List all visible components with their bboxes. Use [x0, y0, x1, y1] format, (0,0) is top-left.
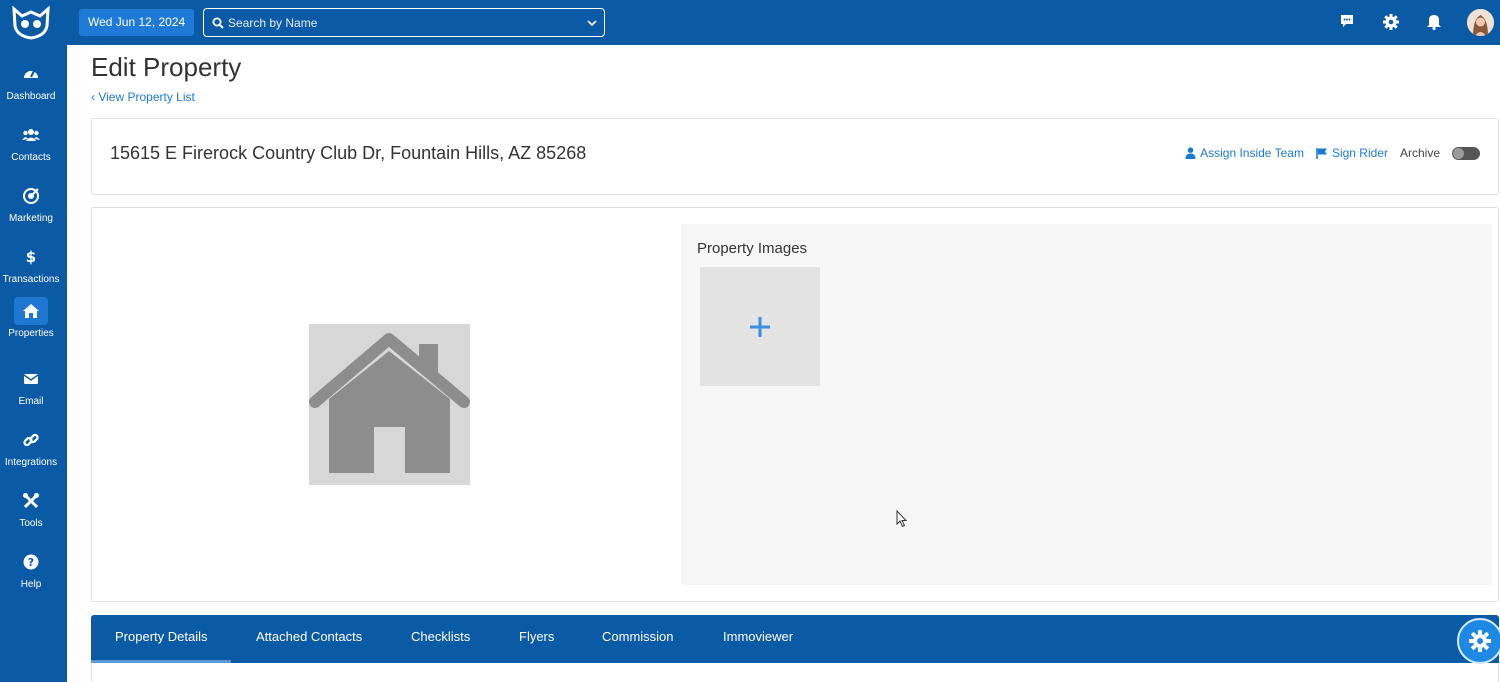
- mouse-cursor-icon: [896, 510, 908, 528]
- dashboard-icon: [24, 70, 38, 78]
- sidebar-item-email[interactable]: Email: [0, 365, 62, 407]
- property-images-title: Property Images: [697, 240, 808, 257]
- plus-icon: [750, 316, 770, 337]
- sidebar-item-label: Integrations: [4, 457, 58, 468]
- tab-checklists[interactable]: Checklists: [387, 615, 494, 663]
- tab-attached-contacts[interactable]: Attached Contacts: [232, 615, 386, 663]
- sign-rider-label: Sign Rider: [1331, 146, 1388, 160]
- topbar: Wed Jun 12, 2024: [67, 0, 1500, 45]
- sidebar: Dashboard Contacts Marketing $ Transacti…: [0, 0, 67, 682]
- sidebar-item-label: Marketing: [9, 213, 53, 224]
- add-image-button[interactable]: [700, 267, 820, 386]
- link-icon: [23, 433, 39, 447]
- user-avatar-icon: [1467, 9, 1494, 36]
- search-box[interactable]: [203, 8, 605, 37]
- tab-commission[interactable]: Commission: [578, 615, 698, 663]
- svg-text:?: ?: [28, 556, 34, 569]
- sidebar-item-transactions[interactable]: $ Transactions: [0, 243, 62, 285]
- house-placeholder-icon: [309, 333, 470, 473]
- property-media-card: Property Images: [91, 207, 1499, 602]
- sidebar-item-label: Contacts: [11, 152, 51, 163]
- flag-icon: [1316, 148, 1327, 159]
- archive-label: Archive: [1399, 146, 1440, 160]
- sidebar-item-label: Properties: [8, 328, 54, 339]
- tab-property-details[interactable]: Property Details: [91, 615, 232, 663]
- chat-icon[interactable]: [1339, 13, 1355, 29]
- user-icon: [1185, 147, 1196, 159]
- dollar-icon: $: [26, 248, 36, 266]
- sidebar-item-properties[interactable]: Properties: [0, 297, 62, 339]
- view-property-list-link[interactable]: ‹ View Property List: [91, 90, 195, 104]
- property-images-panel: Property Images: [681, 224, 1492, 585]
- gear-icon: [1469, 630, 1491, 652]
- contacts-icon: [22, 129, 40, 141]
- sign-rider-button[interactable]: Sign Rider: [1316, 146, 1388, 160]
- avatar[interactable]: [1467, 9, 1494, 36]
- property-address: 15615 E Firerock Country Club Dr, Founta…: [110, 143, 587, 163]
- tab-content-panel: [91, 663, 1499, 682]
- search-input[interactable]: [228, 12, 568, 34]
- chevron-left-icon: ‹: [91, 90, 95, 104]
- sidebar-item-contacts[interactable]: Contacts: [0, 121, 62, 163]
- tools-icon: [23, 493, 39, 509]
- svg-text:$: $: [26, 248, 36, 266]
- gear-icon[interactable]: [1382, 13, 1400, 31]
- sidebar-item-dashboard[interactable]: Dashboard: [0, 60, 62, 102]
- date-badge[interactable]: Wed Jun 12, 2024: [79, 9, 195, 36]
- property-header-card: 15615 E Firerock Country Club Dr, Founta…: [91, 118, 1499, 195]
- floating-settings-button[interactable]: [1457, 618, 1500, 664]
- property-actions: Assign Inside Team Sign Rider Archive: [1185, 146, 1480, 160]
- home-icon: [23, 304, 39, 318]
- chevron-down-icon[interactable]: [586, 17, 598, 29]
- sidebar-item-integrations[interactable]: Integrations: [0, 426, 62, 468]
- sidebar-item-tools[interactable]: Tools: [0, 487, 62, 529]
- tab-flyers[interactable]: Flyers: [495, 615, 578, 663]
- sidebar-item-help[interactable]: ? Help: [0, 548, 62, 590]
- sidebar-item-marketing[interactable]: Marketing: [0, 182, 62, 224]
- marketing-icon: [23, 188, 39, 204]
- assign-inside-team-button[interactable]: Assign Inside Team: [1185, 146, 1304, 160]
- property-placeholder-image: [309, 324, 470, 485]
- archive-toggle[interactable]: [1452, 146, 1480, 160]
- sidebar-item-label: Transactions: [2, 274, 60, 285]
- property-tabs: Property Details Attached Contacts Check…: [91, 615, 1499, 663]
- page-title: Edit Property: [91, 52, 242, 82]
- sidebar-item-label: Help: [20, 579, 42, 590]
- bell-icon[interactable]: [1426, 13, 1442, 30]
- search-icon: [212, 17, 224, 29]
- assign-inside-team-label: Assign Inside Team: [1200, 146, 1304, 160]
- envelope-icon: [23, 374, 39, 384]
- sidebar-item-label: Dashboard: [6, 91, 56, 102]
- back-link-label: View Property List: [98, 90, 195, 104]
- help-icon: ?: [23, 554, 39, 570]
- sidebar-item-label: Tools: [19, 518, 43, 529]
- owl-logo-icon[interactable]: [10, 6, 52, 40]
- tab-immoviewer[interactable]: Immoviewer: [699, 615, 817, 663]
- sidebar-item-label: Email: [18, 396, 44, 407]
